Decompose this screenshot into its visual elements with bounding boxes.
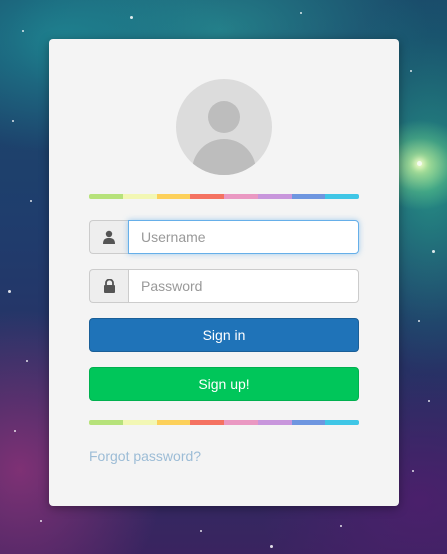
star — [340, 525, 342, 527]
stripe-segment — [89, 420, 123, 425]
star — [8, 290, 11, 293]
password-group — [89, 269, 359, 303]
stripe-segment — [291, 194, 326, 199]
star — [418, 320, 420, 322]
forgot-password-link[interactable]: Forgot password? — [89, 448, 201, 464]
stripe-segment — [325, 420, 359, 425]
stripe-segment — [224, 420, 258, 425]
star — [432, 250, 435, 253]
user-avatar-icon — [176, 79, 272, 175]
rainbow-divider-bottom — [89, 420, 359, 425]
star — [300, 12, 302, 14]
star — [22, 30, 24, 32]
stripe-segment — [257, 194, 292, 199]
lock-icon — [89, 269, 128, 303]
stripe-segment — [190, 194, 224, 199]
star — [270, 545, 273, 548]
avatar-shoulders — [192, 139, 256, 175]
star — [410, 70, 412, 72]
star — [14, 430, 16, 432]
stripe-segment — [122, 194, 157, 199]
star — [412, 470, 414, 472]
star — [26, 360, 28, 362]
star — [428, 400, 430, 402]
stripe-segment — [257, 420, 292, 425]
rainbow-divider-top — [89, 194, 359, 199]
stripe-segment — [224, 194, 258, 199]
stripe-segment — [325, 194, 359, 199]
star — [12, 120, 14, 122]
stripe-segment — [156, 420, 191, 425]
user-icon — [89, 220, 128, 254]
star — [30, 200, 32, 202]
username-input[interactable] — [128, 220, 359, 254]
sign-in-button[interactable]: Sign in — [89, 318, 359, 352]
password-input[interactable] — [128, 269, 359, 303]
login-card: Sign in Sign up! Forgot password? — [49, 39, 399, 506]
avatar-head — [208, 101, 240, 133]
stripe-segment — [122, 420, 157, 425]
star — [130, 16, 133, 19]
stripe-segment — [291, 420, 326, 425]
stripe-segment — [190, 420, 224, 425]
stripe-segment — [156, 194, 191, 199]
stripe-segment — [89, 194, 123, 199]
sign-up-button[interactable]: Sign up! — [89, 367, 359, 401]
star — [40, 520, 42, 522]
bright-star — [417, 161, 422, 166]
username-group — [89, 220, 359, 254]
star — [200, 530, 202, 532]
